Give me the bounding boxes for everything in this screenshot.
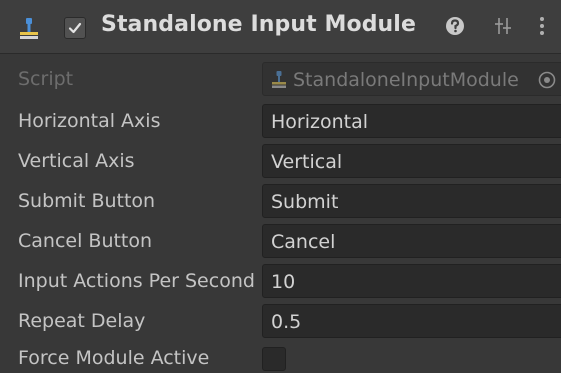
input-actions-per-second-input[interactable]: 10: [262, 264, 561, 298]
submit-button-value: Submit: [271, 191, 339, 213]
component-title: Standalone Input Module: [101, 12, 416, 37]
horizontal-axis-row: Horizontal Axis Horizontal: [0, 102, 561, 142]
repeat-delay-row: Repeat Delay 0.5: [0, 302, 561, 342]
script-label: Script: [18, 68, 74, 90]
kebab-menu-icon[interactable]: [537, 15, 547, 37]
vertical-axis-value: Vertical: [271, 151, 343, 173]
horizontal-axis-value: Horizontal: [271, 111, 369, 133]
force-module-active-label: Force Module Active: [18, 347, 210, 369]
cancel-button-input[interactable]: Cancel: [262, 224, 561, 258]
script-object-field[interactable]: StandaloneInputModule: [262, 62, 561, 96]
script-file-icon: [272, 71, 286, 88]
submit-button-row: Submit Button Submit: [0, 182, 561, 222]
cancel-button-value: Cancel: [271, 231, 336, 253]
horizontal-axis-label: Horizontal Axis: [18, 110, 161, 132]
input-actions-per-second-label: Input Actions Per Second: [18, 270, 255, 292]
component-enabled-checkbox[interactable]: [64, 17, 86, 39]
horizontal-axis-input[interactable]: Horizontal: [262, 104, 561, 138]
submit-button-label: Submit Button: [18, 190, 156, 212]
script-component-icon: [20, 18, 38, 39]
inspector-component-panel: Standalone Input Module Script Standalon…: [0, 0, 561, 373]
component-header[interactable]: Standalone Input Module: [0, 0, 561, 54]
vertical-axis-input[interactable]: Vertical: [262, 144, 561, 178]
vertical-axis-row: Vertical Axis Vertical: [0, 142, 561, 182]
repeat-delay-value: 0.5: [271, 311, 302, 333]
help-icon[interactable]: [445, 15, 465, 37]
vertical-axis-label: Vertical Axis: [18, 150, 135, 172]
script-name: StandaloneInputModule: [293, 69, 519, 91]
script-row: Script StandaloneInputModule: [0, 60, 561, 100]
force-module-active-checkbox[interactable]: [262, 347, 286, 371]
object-picker-icon[interactable]: [537, 70, 557, 90]
input-actions-per-second-row: Input Actions Per Second 10: [0, 262, 561, 302]
repeat-delay-label: Repeat Delay: [18, 310, 146, 332]
input-actions-per-second-value: 10: [271, 271, 296, 293]
repeat-delay-input[interactable]: 0.5: [262, 304, 561, 338]
submit-button-input[interactable]: Submit: [262, 184, 561, 218]
force-module-active-row: Force Module Active: [0, 339, 561, 373]
checkmark-icon: [68, 22, 82, 34]
cancel-button-row: Cancel Button Cancel: [0, 222, 561, 262]
cancel-button-label: Cancel Button: [18, 230, 153, 252]
presets-icon[interactable]: [493, 15, 513, 37]
